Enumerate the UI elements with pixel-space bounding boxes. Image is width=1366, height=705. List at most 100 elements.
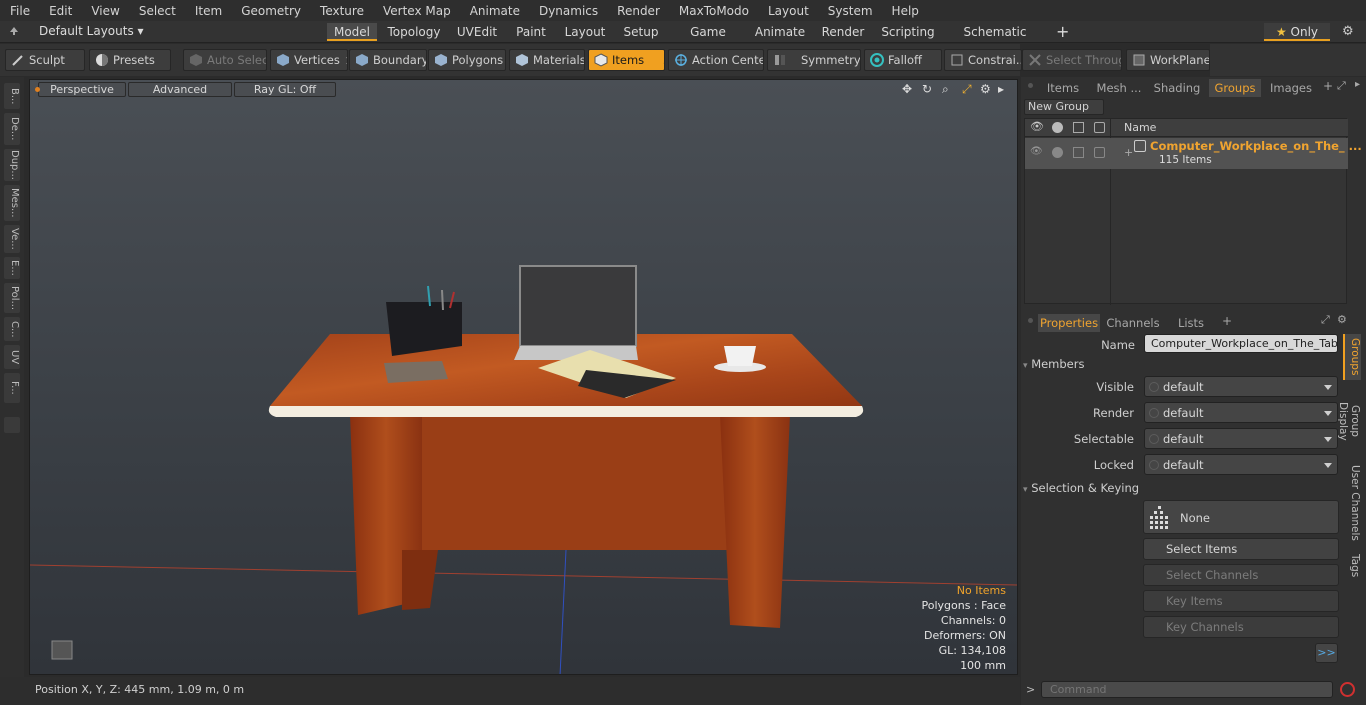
menu-edit[interactable]: Edit	[39, 4, 81, 18]
more-button[interactable]: >>	[1315, 643, 1338, 663]
tab-model[interactable]: Model	[327, 23, 377, 41]
vertices-button[interactable]: Vertices1	[270, 49, 348, 71]
menu-help[interactable]: Help	[882, 4, 928, 18]
expand-panel-icon[interactable]: ⤢	[1337, 79, 1346, 93]
menu-system[interactable]: System	[818, 4, 882, 18]
menu-item[interactable]: Item	[185, 4, 231, 18]
menu-layout[interactable]: Layout	[758, 4, 818, 18]
falloff-button[interactable]: Falloff	[864, 49, 942, 71]
add-props-tab-icon[interactable]: +	[1222, 314, 1232, 328]
add-tab-icon[interactable]: +	[1056, 22, 1069, 41]
vtab-group-display[interactable]: Group Display	[1337, 385, 1361, 457]
maximize-view-icon[interactable]: ⤢	[962, 82, 972, 97]
action-center-button[interactable]: Action Center	[668, 49, 764, 71]
menu-geometry[interactable]: Geometry	[231, 4, 310, 18]
record-icon[interactable]	[1340, 682, 1355, 697]
left-tab-extra[interactable]	[4, 417, 20, 433]
menu-file[interactable]: File	[0, 4, 39, 18]
menu-texture[interactable]: Texture	[310, 4, 373, 18]
props-gear-icon[interactable]: ⚙	[1337, 313, 1347, 326]
row-select-icon[interactable]	[1094, 147, 1105, 158]
boundary-button[interactable]: Boundary	[349, 49, 427, 71]
none-button[interactable]: None	[1143, 500, 1339, 534]
menu-dynamics[interactable]: Dynamics	[529, 4, 607, 18]
tab-schematic-fusion[interactable]: Schematic Fusion	[946, 23, 1044, 57]
view-perspective-button[interactable]: Perspective	[35, 82, 126, 97]
polygons-button[interactable]: Polygons	[428, 49, 506, 71]
render-icon[interactable]	[1052, 122, 1063, 133]
tab-mesh[interactable]: Mesh ...	[1093, 79, 1145, 97]
symmetry-button[interactable]: Symmetry	[767, 49, 861, 71]
row-eye-icon[interactable]: 👁	[1030, 146, 1043, 157]
3d-viewport[interactable]: Perspective Advanced Ray GL: Off ✥ ↻ ⌕ ⤢…	[29, 79, 1018, 675]
left-tab-duplicate[interactable]: Dup...	[4, 149, 20, 181]
tab-paint[interactable]: Paint	[510, 23, 552, 41]
key-channels-button[interactable]: Key Channels	[1143, 616, 1339, 638]
items-button[interactable]: Items5	[588, 49, 665, 71]
vtab-user-channels[interactable]: User Channels	[1343, 463, 1361, 543]
tab-layout[interactable]: Layout	[560, 23, 610, 41]
workplane-button[interactable]: WorkPlane	[1126, 49, 1210, 71]
menu-maxtomodo[interactable]: MaxToModo	[669, 4, 758, 18]
selectable-dropdown[interactable]: default	[1144, 428, 1338, 449]
locked-dropdown[interactable]: default	[1144, 454, 1338, 475]
name-input[interactable]: Computer_Workplace_on_The_Table (	[1144, 334, 1338, 353]
layouts-dropdown[interactable]: Default Layouts ▾	[39, 24, 144, 38]
menu-render[interactable]: Render	[607, 4, 669, 18]
selection-keying-section[interactable]: ▾ Selection & Keying	[1023, 481, 1341, 497]
group-row[interactable]: 👁 + Computer_Workplace_on_The_ ... 115 I…	[1025, 138, 1362, 169]
view-settings-icon[interactable]: ⚙	[980, 82, 991, 96]
tab-render[interactable]: Render	[816, 23, 870, 41]
select-items-button[interactable]: Select Items	[1143, 538, 1339, 560]
tab-animate[interactable]: Animate	[752, 23, 808, 41]
left-tab-uv[interactable]: UV	[4, 345, 20, 369]
gear-icon[interactable]: ⚙	[1342, 24, 1354, 39]
zoom-view-icon[interactable]: ⌕	[942, 82, 949, 97]
tab-items[interactable]: Items	[1041, 79, 1085, 97]
select-icon[interactable]	[1094, 122, 1105, 133]
add-panel-tab-icon[interactable]: +	[1323, 79, 1333, 93]
menu-view[interactable]: View	[81, 4, 128, 18]
expand-plus-icon[interactable]: +	[1124, 146, 1133, 159]
new-group-button[interactable]: New Group	[1024, 99, 1104, 115]
raygl-button[interactable]: Ray GL: Off	[234, 82, 336, 97]
tab-lists[interactable]: Lists	[1171, 314, 1211, 332]
presets-button[interactable]: Presets	[89, 49, 171, 71]
left-tab-mesh-edit[interactable]: Mes...	[4, 185, 20, 221]
tab-game-tools[interactable]: Game Tools	[674, 23, 742, 57]
eye-icon[interactable]: 👁	[1030, 120, 1044, 133]
tab-scripting[interactable]: Scripting	[880, 23, 936, 41]
render-dropdown[interactable]: default	[1144, 402, 1338, 423]
command-input[interactable]	[1041, 681, 1333, 698]
members-section[interactable]: ▾ Members	[1023, 357, 1341, 373]
key-items-button[interactable]: Key Items	[1143, 590, 1339, 612]
row-lock-icon[interactable]	[1073, 147, 1084, 158]
layout-up-icon[interactable]	[9, 26, 19, 36]
vtab-tags[interactable]: Tags	[1343, 549, 1361, 583]
move-view-icon[interactable]: ✥	[902, 82, 912, 96]
left-tab-deform[interactable]: De...	[4, 113, 20, 145]
left-tab-fusion[interactable]: F...	[4, 373, 20, 403]
visible-dropdown[interactable]: default	[1144, 376, 1338, 397]
constraints-button[interactable]: Constrai...	[944, 49, 1022, 71]
panel-menu-icon[interactable]: ▸	[1355, 79, 1360, 90]
tab-setup[interactable]: Setup	[618, 23, 664, 41]
left-tab-curve[interactable]: C...	[4, 317, 20, 341]
lock-icon[interactable]	[1073, 122, 1084, 133]
tab-channels[interactable]: Channels	[1105, 314, 1161, 332]
tab-shading[interactable]: Shading	[1151, 79, 1203, 97]
select-channels-button[interactable]: Select Channels	[1143, 564, 1339, 586]
left-tab-basic[interactable]: B...	[4, 83, 20, 109]
row-render-icon[interactable]	[1052, 147, 1063, 158]
tab-uvedit[interactable]: UVEdit	[450, 23, 504, 41]
menu-animate[interactable]: Animate	[460, 4, 529, 18]
only-toggle[interactable]: ★ Only	[1264, 23, 1330, 41]
tab-images[interactable]: Images	[1267, 79, 1315, 97]
select-through-button[interactable]: Select Through	[1022, 49, 1122, 71]
menu-select[interactable]: Select	[129, 4, 185, 18]
left-tab-edge[interactable]: E...	[4, 257, 20, 279]
rotate-view-icon[interactable]: ↻	[922, 82, 932, 96]
sculpt-button[interactable]: Sculpt	[5, 49, 85, 71]
view-more-icon[interactable]: ▸	[998, 82, 1004, 96]
vtab-groups[interactable]: Groups	[1343, 334, 1361, 380]
